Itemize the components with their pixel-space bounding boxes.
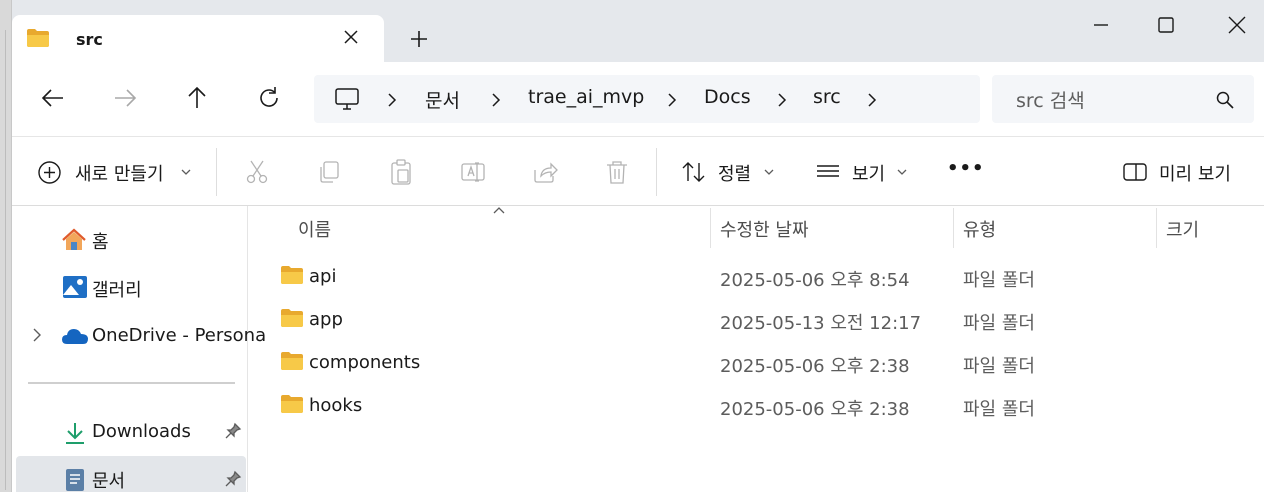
folder-icon bbox=[281, 266, 303, 284]
chevron-right-icon[interactable] bbox=[666, 92, 678, 108]
breadcrumb-src[interactable]: src bbox=[813, 86, 841, 108]
sort-button[interactable]: 정렬 bbox=[718, 160, 751, 186]
command-bar bbox=[12, 136, 1264, 206]
gallery-icon bbox=[63, 276, 87, 298]
cut-icon[interactable] bbox=[243, 158, 271, 186]
chevron-down-icon[interactable] bbox=[180, 168, 192, 176]
sort-ascending-icon bbox=[493, 207, 505, 214]
folder-icon bbox=[281, 352, 303, 370]
breadcrumb-trae-ai-mvp[interactable]: trae_ai_mvp bbox=[528, 86, 644, 108]
sidebar-item-documents[interactable]: 문서 bbox=[92, 467, 125, 492]
chevron-right-icon[interactable] bbox=[776, 92, 788, 108]
file-row-type: 파일 폴더 bbox=[963, 270, 1035, 291]
file-row-name[interactable]: api bbox=[309, 266, 336, 287]
preview-pane-icon[interactable] bbox=[1121, 158, 1149, 186]
new-button[interactable]: 새로 만들기 bbox=[75, 160, 164, 186]
chevron-right-icon[interactable] bbox=[31, 327, 43, 343]
rename-icon[interactable] bbox=[459, 158, 487, 186]
search-placeholder: src 검색 bbox=[1016, 90, 1085, 112]
close-window-icon[interactable] bbox=[1222, 10, 1252, 40]
column-header-date-modified[interactable]: 수정한 날짜 bbox=[720, 216, 809, 242]
column-divider[interactable] bbox=[1156, 208, 1157, 248]
paste-icon[interactable] bbox=[387, 158, 415, 186]
file-explorer-window: src 문서 trae_ai_mvp Docs src src 검색 새로 만들… bbox=[0, 0, 1264, 492]
divider bbox=[656, 148, 657, 196]
file-row-name[interactable]: components bbox=[309, 352, 420, 373]
tab-title: src bbox=[76, 30, 103, 49]
refresh-icon[interactable] bbox=[255, 84, 283, 112]
navigation-pane bbox=[12, 206, 248, 492]
preview-button[interactable]: 미리 보기 bbox=[1159, 160, 1231, 186]
maximize-icon[interactable] bbox=[1151, 10, 1181, 40]
column-divider[interactable] bbox=[710, 208, 711, 248]
download-icon bbox=[66, 423, 84, 444]
copy-icon[interactable] bbox=[315, 158, 343, 186]
back-arrow-icon[interactable] bbox=[39, 84, 67, 112]
folder-icon bbox=[281, 309, 303, 327]
divider bbox=[216, 148, 217, 196]
chevron-right-icon[interactable] bbox=[866, 92, 878, 108]
delete-icon[interactable] bbox=[603, 158, 631, 186]
home-icon bbox=[62, 228, 86, 250]
file-row-date: 2025-05-06 오후 8:54 bbox=[720, 270, 910, 291]
breadcrumb-documents[interactable]: 문서 bbox=[425, 86, 460, 113]
close-tab-icon[interactable] bbox=[340, 26, 362, 48]
file-row-date: 2025-05-13 오전 12:17 bbox=[720, 313, 922, 334]
sidebar-selection-highlight bbox=[16, 456, 246, 492]
sidebar-item-downloads[interactable]: Downloads bbox=[92, 421, 191, 442]
onedrive-cloud-icon bbox=[62, 329, 88, 344]
minimize-icon[interactable] bbox=[1086, 10, 1116, 40]
file-row-date: 2025-05-06 오후 2:38 bbox=[720, 399, 910, 420]
sort-icon[interactable] bbox=[680, 158, 708, 186]
pin-icon[interactable] bbox=[224, 470, 242, 488]
sidebar-item-gallery[interactable]: 갤러리 bbox=[92, 276, 142, 302]
file-row-date: 2025-05-06 오후 2:38 bbox=[720, 356, 910, 377]
folder-icon bbox=[281, 395, 303, 413]
file-row-type: 파일 폴더 bbox=[963, 313, 1035, 334]
chevron-right-icon[interactable] bbox=[386, 92, 398, 108]
sidebar-item-onedrive[interactable]: OneDrive - Persona bbox=[92, 325, 266, 346]
search-icon[interactable] bbox=[1215, 90, 1235, 110]
up-arrow-icon[interactable] bbox=[183, 84, 211, 112]
chevron-down-icon[interactable] bbox=[896, 168, 908, 176]
file-row-name[interactable]: hooks bbox=[309, 395, 362, 416]
column-header-type[interactable]: 유형 bbox=[963, 216, 996, 242]
address-bar[interactable] bbox=[314, 75, 980, 123]
chevron-down-icon[interactable] bbox=[763, 168, 775, 176]
pin-icon[interactable] bbox=[224, 422, 242, 440]
sidebar-item-home[interactable]: 홈 bbox=[92, 228, 109, 254]
documents-icon bbox=[66, 469, 84, 491]
share-icon[interactable] bbox=[531, 158, 559, 186]
chevron-right-icon[interactable] bbox=[490, 92, 502, 108]
folder-icon bbox=[27, 29, 49, 47]
file-row-type: 파일 폴더 bbox=[963, 356, 1035, 377]
tab-src[interactable] bbox=[12, 15, 384, 62]
file-row-name[interactable]: app bbox=[309, 309, 343, 330]
window-edge bbox=[0, 0, 12, 492]
more-options-button[interactable]: ••• bbox=[947, 158, 985, 179]
sidebar-divider bbox=[28, 382, 235, 384]
view-list-icon[interactable] bbox=[814, 158, 842, 186]
forward-arrow-icon[interactable] bbox=[111, 84, 139, 112]
breadcrumb-docs[interactable]: Docs bbox=[704, 86, 751, 108]
add-circle-icon[interactable] bbox=[37, 160, 62, 185]
column-divider[interactable] bbox=[953, 208, 954, 248]
view-button[interactable]: 보기 bbox=[852, 160, 885, 186]
new-tab-icon[interactable] bbox=[406, 26, 432, 52]
this-pc-icon[interactable] bbox=[334, 86, 360, 112]
file-row-type: 파일 폴더 bbox=[963, 399, 1035, 420]
column-header-size[interactable]: 크기 bbox=[1166, 216, 1199, 242]
column-header-name[interactable]: 이름 bbox=[298, 216, 331, 242]
